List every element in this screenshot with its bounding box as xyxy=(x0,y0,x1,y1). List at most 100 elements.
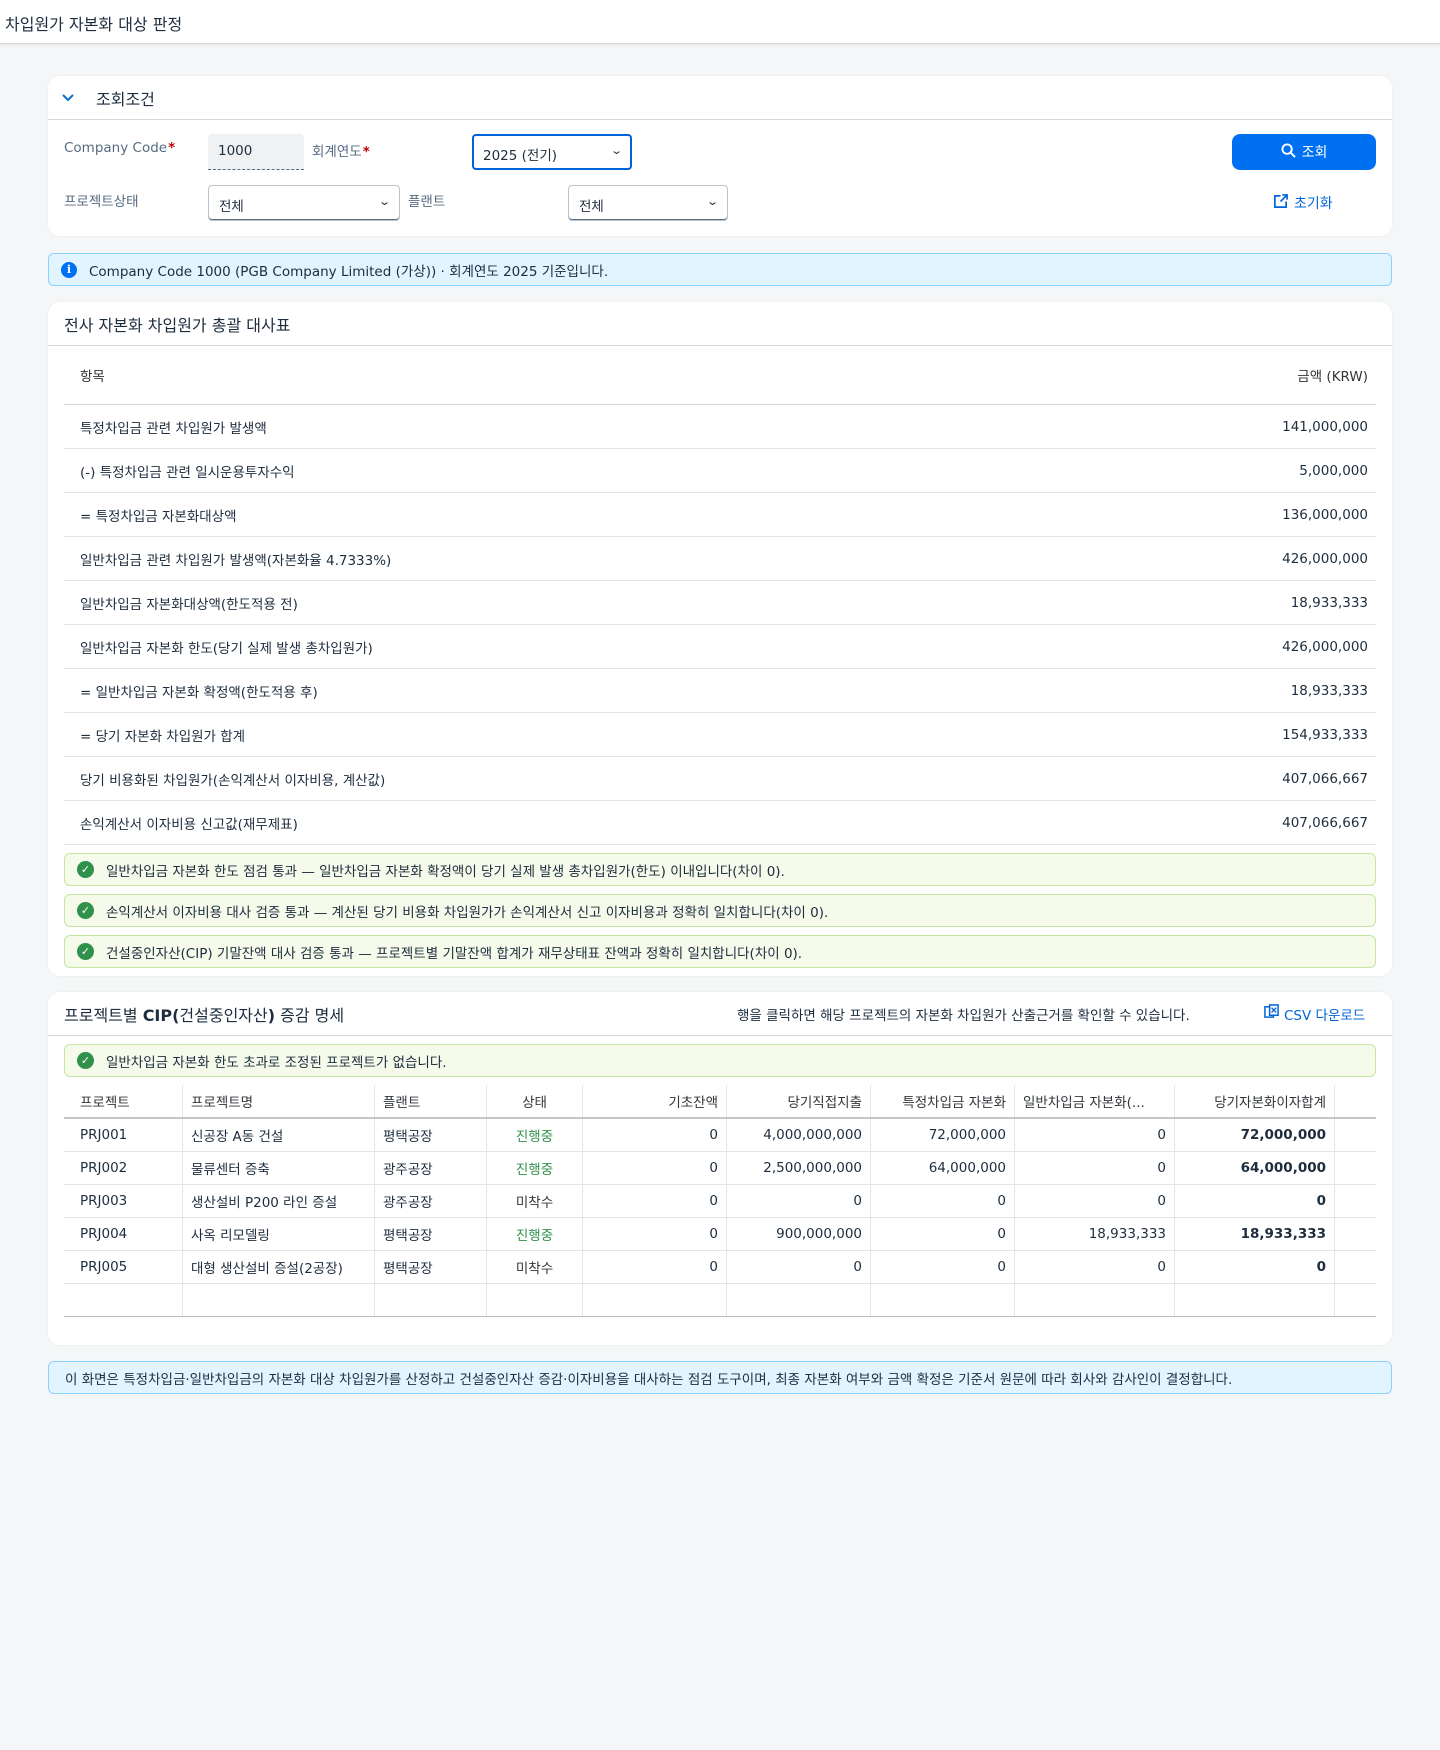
summary-title: 전사 자본화 차입원가 총괄 대사표 xyxy=(48,302,1392,346)
summary-row: = 일반차입금 자본화 확정액(한도적용 후) 18,933,333 xyxy=(64,669,1376,713)
summary-row-label: 일반차입금 관련 차입원가 발생액(자본화율 4.7333%) xyxy=(80,552,392,569)
fiscal-year-label: 회계연도* xyxy=(312,144,370,160)
table-row[interactable]: PRJ005 대형 생산설비 증설(2공장) 평택공장 미착수 0 0 0 0 0 xyxy=(64,1251,1376,1284)
cell-name: 생산설비 P200 라인 증설 xyxy=(183,1185,375,1217)
project-status-select[interactable]: 전체 ⌄ xyxy=(208,185,400,221)
cell-direct: 2,500,000,000 xyxy=(727,1152,871,1184)
cell-opening: 0 xyxy=(583,1218,727,1250)
cell-specific: 64,000,000 xyxy=(871,1152,1015,1184)
summary-row: 당기 비용화된 차입원가(손익계산서 이자비용, 계산값) 407,066,667 xyxy=(64,757,1376,801)
chevron-down-icon[interactable] xyxy=(62,90,96,106)
cell-general: 18,933,333 xyxy=(1015,1218,1175,1250)
col-specific[interactable]: 특정차입금 자본화 xyxy=(871,1085,1015,1117)
plant-value: 전체 xyxy=(579,199,604,215)
project-status-label: 프로젝트상태 xyxy=(64,194,139,210)
col-total[interactable]: 당기자본화이자합계 xyxy=(1175,1085,1335,1117)
company-code-label: Company Code* xyxy=(64,140,176,156)
cip-hint: 행을 클릭하면 해당 프로젝트의 자본화 차입원가 산출근거를 확인할 수 있습… xyxy=(737,1007,1190,1024)
cell-filler xyxy=(1335,1185,1376,1217)
cell-specific: 0 xyxy=(871,1251,1015,1283)
cell-id: PRJ004 xyxy=(64,1218,183,1250)
search-button[interactable]: 조회 xyxy=(1232,134,1376,170)
col-plant[interactable]: 플랜트 xyxy=(375,1085,487,1117)
fiscal-year-select[interactable]: 2025 (전기) ⌄ xyxy=(472,134,632,170)
cell-name: 사옥 리모델링 xyxy=(183,1218,375,1250)
cip-title: 프로젝트별 CIP(건설중인자산) 증감 명세 xyxy=(64,1005,345,1025)
footer-message: 이 화면은 특정차입금·일반차입금의 자본화 대상 차입원가를 산정하고 건설중… xyxy=(65,1371,1233,1388)
summary-row-label: 일반차입금 자본화 한도(당기 실제 발생 총차입원가) xyxy=(80,640,373,657)
check-message-strip: ✓ 일반차입금 자본화 한도 점검 통과 — 일반차입금 자본화 확정액이 당기 … xyxy=(64,853,1376,886)
summary-panel: 전사 자본화 차입원가 총괄 대사표 항목 금액 (KRW) 특정차입금 관련 … xyxy=(48,302,1392,976)
col-direct[interactable]: 당기직접지출 xyxy=(727,1085,871,1117)
cell-plant: 광주공장 xyxy=(375,1185,487,1217)
plant-select[interactable]: 전체 ⌄ xyxy=(568,185,728,221)
col-amount-header: 금액 (KRW) xyxy=(1297,369,1368,385)
summary-row: 일반차입금 자본화대상액(한도적용 전) 18,933,333 xyxy=(64,581,1376,625)
fiscal-year-value: 2025 (전기) xyxy=(483,148,558,164)
summary-row-amount: 5,000,000 xyxy=(1299,462,1368,479)
check-circle-icon: ✓ xyxy=(77,1052,94,1069)
cip-panel: 프로젝트별 CIP(건설중인자산) 증감 명세 행을 클릭하면 해당 프로젝트의… xyxy=(48,992,1392,1345)
cell-general: 0 xyxy=(1015,1185,1175,1217)
cell-opening: 0 xyxy=(583,1119,727,1151)
table-row[interactable]: PRJ004 사옥 리모델링 평택공장 진행중 0 900,000,000 0 18,933,… xyxy=(64,1218,1376,1251)
summary-row-amount: 18,933,333 xyxy=(1290,594,1368,611)
cip-table: 프로젝트 프로젝트명 플랜트 상태 기초잔액 당기직접지출 특정차입금 자본화 … xyxy=(64,1085,1376,1317)
col-status[interactable]: 상태 xyxy=(487,1085,583,1117)
shell-bar: 차입원가 자본화 대상 판정 xyxy=(0,0,1440,44)
cip-header: 프로젝트별 CIP(건설중인자산) 증감 명세 행을 클릭하면 해당 프로젝트의… xyxy=(48,992,1392,1036)
col-opening[interactable]: 기초잔액 xyxy=(583,1085,727,1117)
summary-row-label: 특정차입금 관련 차입원가 발생액 xyxy=(80,420,267,437)
cell-total: 18,933,333 xyxy=(1175,1218,1335,1250)
summary-row-label: = 일반차입금 자본화 확정액(한도적용 후) xyxy=(80,684,318,701)
filter-body: Company Code* 1000 회계연도* 2025 (전기) ⌄ 프로젝… xyxy=(48,120,1392,236)
cell-specific: 72,000,000 xyxy=(871,1119,1015,1151)
col-project-name[interactable]: 프로젝트명 xyxy=(183,1085,375,1117)
summary-row: = 당기 자본화 차입원가 합계 154,933,333 xyxy=(64,713,1376,757)
cell-total: 64,000,000 xyxy=(1175,1152,1335,1184)
search-button-label: 조회 xyxy=(1301,145,1328,161)
cell-filler xyxy=(1335,1251,1376,1283)
col-item-header: 항목 xyxy=(80,369,105,385)
cell-id: PRJ001 xyxy=(64,1119,183,1151)
cell-opening: 0 xyxy=(583,1251,727,1283)
cell-status: 진행중 xyxy=(487,1218,583,1250)
cell-total: 0 xyxy=(1175,1185,1335,1217)
summary-table: 항목 금액 (KRW) 특정차입금 관련 차입원가 발생액 141,000,000… xyxy=(64,346,1376,845)
info-message: Company Code 1000 (PGB Company Limited (… xyxy=(89,263,609,280)
csv-download-button[interactable]: CSV 다운로드 xyxy=(1264,1004,1365,1024)
cell-status: 미착수 xyxy=(487,1185,583,1217)
cell-id: PRJ002 xyxy=(64,1152,183,1184)
cell-plant: 평택공장 xyxy=(375,1218,487,1250)
table-row[interactable]: PRJ001 신공장 A동 건설 평택공장 진행중 0 4,000,000,000 72,0… xyxy=(64,1119,1376,1152)
summary-row-label: 일반차입금 자본화대상액(한도적용 전) xyxy=(80,596,298,613)
cell-specific: 0 xyxy=(871,1218,1015,1250)
cell-name: 대형 생산설비 증설(2공장) xyxy=(183,1251,375,1283)
info-message-strip: i Company Code 1000 (PGB Company Limited… xyxy=(48,253,1392,286)
summary-row-amount: 407,066,667 xyxy=(1282,814,1368,831)
page-content: 조회조건 Company Code* 1000 회계연도* 2025 (전기) … xyxy=(0,44,1392,1394)
cell-general: 0 xyxy=(1015,1119,1175,1151)
filter-header[interactable]: 조회조건 xyxy=(48,76,1392,120)
cell-status: 진행중 xyxy=(487,1152,583,1184)
table-row[interactable]: PRJ003 생산설비 P200 라인 증설 광주공장 미착수 0 0 0 0 0 xyxy=(64,1185,1376,1218)
cell-total: 0 xyxy=(1175,1251,1335,1283)
col-general[interactable]: 일반차입금 자본화(... xyxy=(1015,1085,1175,1117)
check-message: 손익계산서 이자비용 대사 검증 통과 — 계산된 당기 비용화 차입원가가 손… xyxy=(106,904,829,921)
col-project[interactable]: 프로젝트 xyxy=(64,1085,183,1117)
chevron-down-icon: ⌄ xyxy=(705,195,719,208)
cell-total: 72,000,000 xyxy=(1175,1119,1335,1151)
reset-button-label: 초기화 xyxy=(1294,196,1333,212)
cell-name: 물류센터 증축 xyxy=(183,1152,375,1184)
reset-button[interactable]: 초기화 xyxy=(1273,193,1333,213)
table-row[interactable]: PRJ002 물류센터 증축 광주공장 진행중 0 2,500,000,000 64,000… xyxy=(64,1152,1376,1185)
check-circle-icon: ✓ xyxy=(77,861,94,878)
check-message: 건설중인자산(CIP) 기말잔액 대사 검증 통과 — 프로젝트별 기말잔액 합… xyxy=(106,945,803,962)
summary-row-label: = 특정차입금 자본화대상액 xyxy=(80,508,237,525)
summary-row-label: 당기 비용화된 차입원가(손익계산서 이자비용, 계산값) xyxy=(80,772,386,789)
cell-filler xyxy=(1335,1119,1376,1151)
cip-notice-strip: ✓ 일반차입금 자본화 한도 초과로 조정된 프로젝트가 없습니다. xyxy=(64,1044,1376,1077)
company-code-field[interactable]: 1000 xyxy=(208,134,304,170)
cip-table-header: 프로젝트 프로젝트명 플랜트 상태 기초잔액 당기직접지출 특정차입금 자본화 … xyxy=(64,1085,1376,1119)
summary-row-label: = 당기 자본화 차입원가 합계 xyxy=(80,728,246,745)
